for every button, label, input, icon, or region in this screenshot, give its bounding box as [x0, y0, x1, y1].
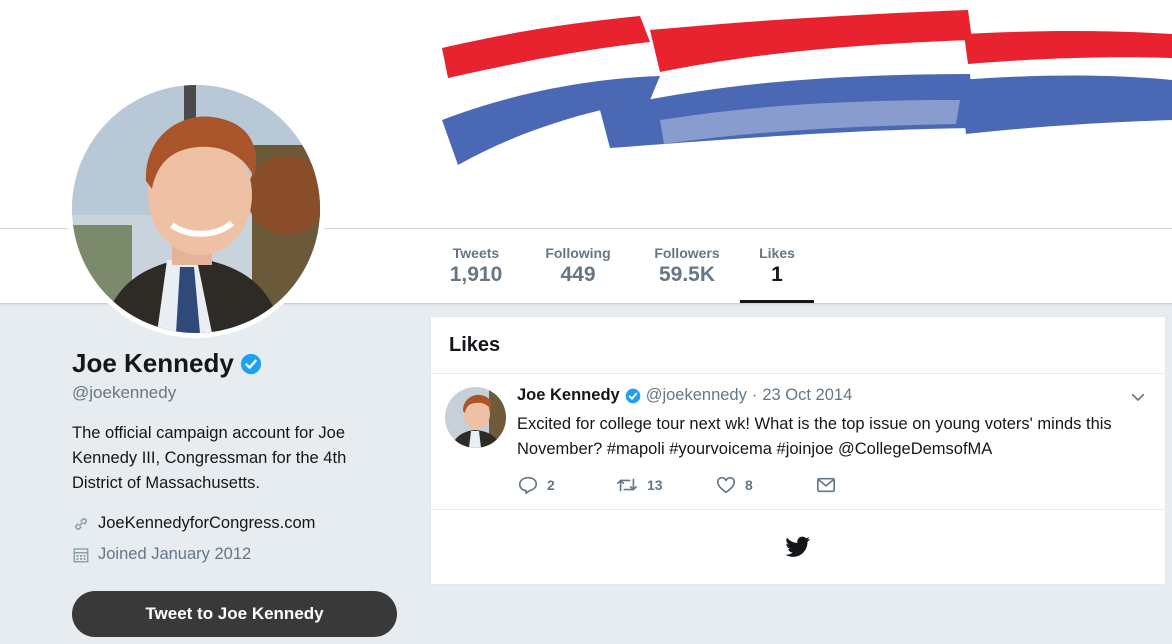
nav-likes-label: Likes: [759, 245, 795, 261]
chevron-down-icon[interactable]: [1129, 388, 1147, 406]
calendar-icon: [73, 547, 89, 562]
profile-name-row: Joe Kennedy: [72, 348, 382, 379]
nav-following-label: Following: [545, 245, 611, 261]
profile-avatar[interactable]: [67, 80, 325, 338]
like-count: 8: [745, 477, 753, 493]
like-button[interactable]: 8: [715, 474, 815, 496]
link-icon: [75, 517, 87, 530]
nav-followers-label: Followers: [654, 245, 720, 261]
nav-following-count: 449: [560, 263, 596, 286]
nav-followers-count: 59.5K: [658, 263, 716, 286]
nav-tweets-label: Tweets: [452, 245, 500, 261]
nav-following[interactable]: Following 449: [536, 229, 620, 303]
profile-joined-date: Joined January 2012: [98, 545, 252, 563]
profile-handle[interactable]: @joekennedy: [72, 383, 382, 403]
tweet-author-name[interactable]: Joe Kennedy: [517, 386, 620, 405]
nav-tweets-count: 1,910: [449, 263, 503, 286]
tweet-to-button[interactable]: Tweet to Joe Kennedy: [72, 591, 397, 637]
tweet-header: Joe Kennedy @joekennedy · 23 Oct 2014: [517, 386, 852, 405]
profile-joined-row: Joined January 2012: [72, 545, 382, 564]
timeline-end: [431, 510, 1165, 584]
tweet-date[interactable]: 23 Oct 2014: [762, 386, 852, 405]
profile-website-row: JoeKennedyforCongress.com: [72, 514, 382, 533]
retweet-icon: [617, 478, 637, 492]
direct-message-button[interactable]: [815, 475, 837, 495]
profile-photo: [72, 85, 320, 333]
nav-likes[interactable]: Likes 1: [740, 229, 814, 303]
profile-bio: The official campaign account for Joe Ke…: [72, 424, 347, 492]
retweet-button[interactable]: 13: [615, 474, 715, 496]
profile-website-link[interactable]: JoeKennedyforCongress.com: [98, 514, 315, 533]
reply-count: 2: [547, 477, 555, 493]
verified-badge-icon: [625, 388, 641, 403]
tweet-author-avatar[interactable]: [445, 387, 506, 448]
tweet-separator: ·: [751, 386, 758, 404]
retweet-count: 13: [647, 477, 663, 493]
heart-icon: [716, 476, 736, 494]
tweet-item[interactable]: Joe Kennedy @joekennedy · 23 Oct 2014 Ex…: [431, 374, 1165, 510]
likes-timeline: Likes Joe Kennedy @joekennedy · 23 Oct 2…: [430, 316, 1166, 585]
reply-button[interactable]: 2: [517, 474, 615, 496]
envelope-icon: [817, 477, 835, 493]
reply-icon: [518, 476, 538, 495]
tweet-text: Excited for college tour next wk! What i…: [517, 415, 1112, 458]
likes-heading: Likes: [431, 317, 1165, 374]
nav-followers[interactable]: Followers 59.5K: [645, 229, 729, 303]
tweet-actions: 2 13 8: [517, 474, 837, 496]
nav-likes-count: 1: [771, 263, 783, 286]
verified-badge-icon: [240, 353, 261, 374]
nav-tweets[interactable]: Tweets 1,910: [441, 229, 511, 303]
tweet-author-handle[interactable]: @joekennedy: [646, 386, 747, 405]
profile-name[interactable]: Joe Kennedy: [72, 348, 234, 379]
twitter-bird-icon: [785, 536, 810, 557]
profile-info: Joe Kennedy @joekennedy The official cam…: [72, 348, 382, 564]
